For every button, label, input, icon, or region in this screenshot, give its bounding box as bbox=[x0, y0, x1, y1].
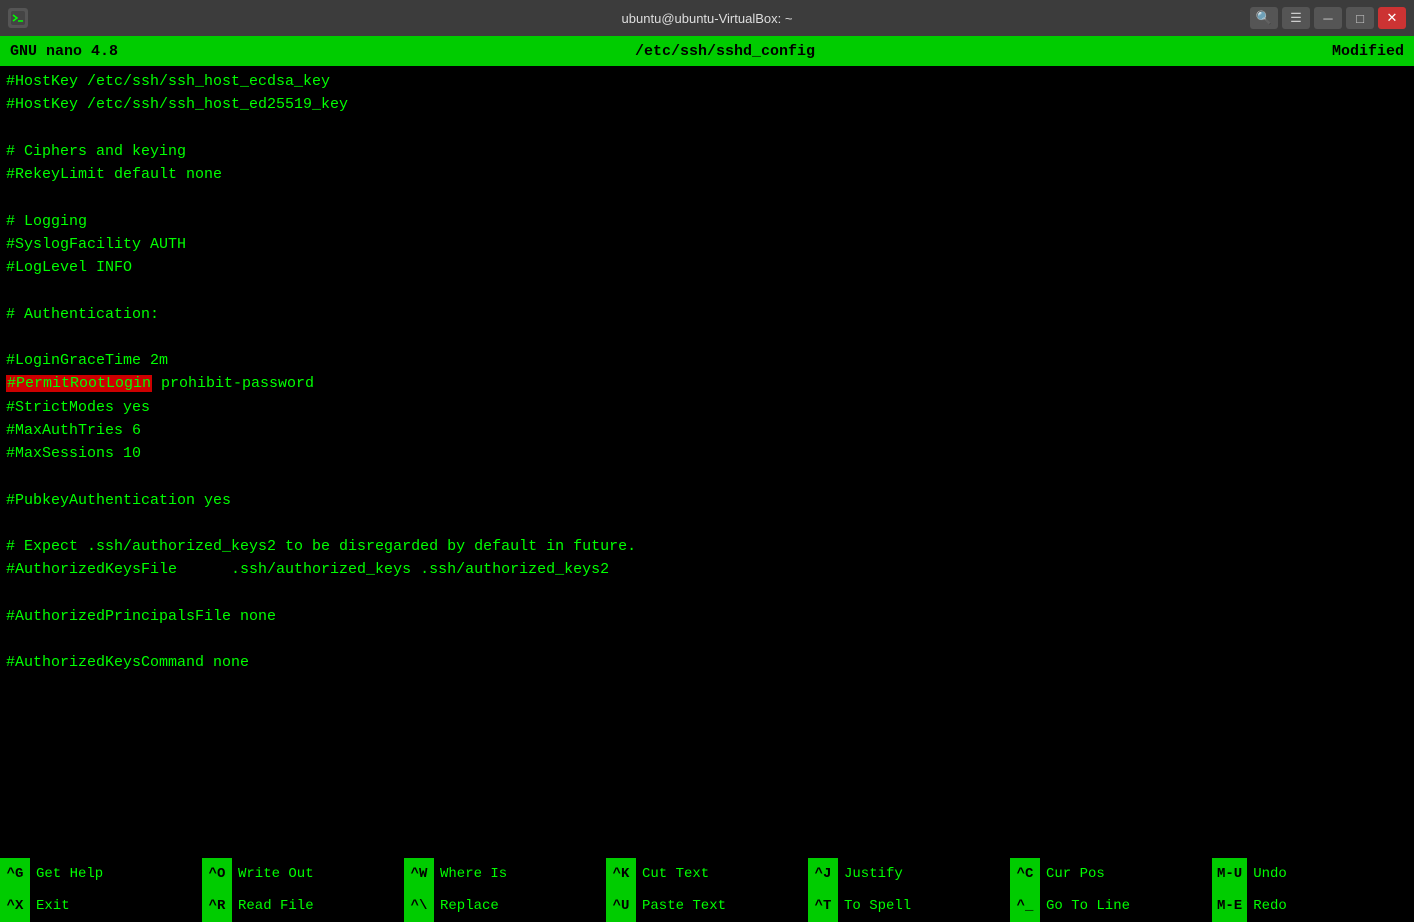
editor-area[interactable]: #HostKey /etc/ssh/ssh_host_ecdsa_key#Hos… bbox=[0, 66, 1414, 858]
window-title: ubuntu@ubuntu-VirtualBox: ~ bbox=[622, 11, 793, 26]
shortcut-label: Redo bbox=[1247, 898, 1293, 914]
shortcut-key: ^O bbox=[202, 858, 232, 890]
shortcut-label: Cut Text bbox=[636, 866, 715, 882]
shortcut-item[interactable]: ^XExit bbox=[0, 890, 202, 922]
editor-line: #SyslogFacility AUTH bbox=[6, 233, 1408, 256]
editor-line bbox=[6, 512, 1408, 535]
shortcut-label: Where Is bbox=[434, 866, 513, 882]
search-button[interactable]: 🔍 bbox=[1250, 7, 1278, 29]
shortcut-key: ^\ bbox=[404, 890, 434, 922]
shortcut-label: Undo bbox=[1247, 866, 1293, 882]
editor-line: #HostKey /etc/ssh/ssh_host_ecdsa_key bbox=[6, 70, 1408, 93]
editor-line: #HostKey /etc/ssh/ssh_host_ed25519_key bbox=[6, 93, 1408, 116]
shortcut-item[interactable]: ^KCut Text bbox=[606, 858, 808, 890]
nano-filename: /etc/ssh/sshd_config bbox=[635, 43, 815, 60]
shortcut-item[interactable]: M-ERedo bbox=[1212, 890, 1414, 922]
shortcut-label: Exit bbox=[30, 898, 76, 914]
terminal-icon bbox=[8, 8, 28, 28]
shortcut-key: M-E bbox=[1212, 890, 1247, 922]
shortcut-key: ^G bbox=[0, 858, 30, 890]
editor-line: #PubkeyAuthentication yes bbox=[6, 489, 1408, 512]
editor-line: #AuthorizedKeysCommand none bbox=[6, 651, 1408, 674]
shortcut-key: ^C bbox=[1010, 858, 1040, 890]
editor-line: # Logging bbox=[6, 210, 1408, 233]
editor-line bbox=[6, 582, 1408, 605]
highlighted-text: #PermitRootLogin bbox=[6, 375, 152, 392]
shortcut-label: To Spell bbox=[838, 898, 917, 914]
menu-button[interactable]: ☰ bbox=[1282, 7, 1310, 29]
close-button[interactable]: ✕ bbox=[1378, 7, 1406, 29]
shortcut-item[interactable]: ^OWrite Out bbox=[202, 858, 404, 890]
shortcut-label: Write Out bbox=[232, 866, 320, 882]
shortcut-item[interactable]: ^_Go To Line bbox=[1010, 890, 1212, 922]
shortcut-item[interactable]: ^UPaste Text bbox=[606, 890, 808, 922]
nano-version: GNU nano 4.8 bbox=[10, 43, 118, 60]
shortcut-label: Go To Line bbox=[1040, 898, 1136, 914]
window-controls: 🔍 ☰ ─ □ ✕ bbox=[1250, 7, 1406, 29]
editor-line bbox=[6, 628, 1408, 651]
editor-line: #AuthorizedKeysFile .ssh/authorized_keys… bbox=[6, 558, 1408, 581]
shortcut-key: ^U bbox=[606, 890, 636, 922]
editor-line: #MaxAuthTries 6 bbox=[6, 419, 1408, 442]
shortcut-label: Replace bbox=[434, 898, 505, 914]
nano-footer: ^GGet Help^OWrite Out^WWhere Is^KCut Tex… bbox=[0, 858, 1414, 922]
shortcut-item[interactable]: ^CCur Pos bbox=[1010, 858, 1212, 890]
shortcut-label: Paste Text bbox=[636, 898, 732, 914]
shortcut-item[interactable]: ^JJustify bbox=[808, 858, 1010, 890]
shortcut-key: ^R bbox=[202, 890, 232, 922]
shortcut-key: ^W bbox=[404, 858, 434, 890]
nano-header: GNU nano 4.8 /etc/ssh/sshd_config Modifi… bbox=[0, 36, 1414, 66]
editor-line: #MaxSessions 10 bbox=[6, 442, 1408, 465]
editor-line: #PermitRootLogin prohibit-password bbox=[6, 372, 1408, 395]
editor-line bbox=[6, 326, 1408, 349]
shortcut-item[interactable]: ^\Replace bbox=[404, 890, 606, 922]
shortcut-row-1: ^GGet Help^OWrite Out^WWhere Is^KCut Tex… bbox=[0, 858, 1414, 890]
shortcut-item[interactable]: ^GGet Help bbox=[0, 858, 202, 890]
shortcut-item[interactable]: ^TTo Spell bbox=[808, 890, 1010, 922]
editor-line bbox=[6, 186, 1408, 209]
editor-line: #AuthorizedPrincipalsFile none bbox=[6, 605, 1408, 628]
shortcut-label: Justify bbox=[838, 866, 909, 882]
shortcut-key: ^T bbox=[808, 890, 838, 922]
shortcut-label: Get Help bbox=[30, 866, 109, 882]
shortcut-item[interactable]: M-UUndo bbox=[1212, 858, 1414, 890]
shortcut-row-2: ^XExit^RRead File^\Replace^UPaste Text^T… bbox=[0, 890, 1414, 922]
editor-line bbox=[6, 465, 1408, 488]
editor-line: #StrictModes yes bbox=[6, 396, 1408, 419]
shortcut-key: ^_ bbox=[1010, 890, 1040, 922]
shortcut-key: M-U bbox=[1212, 858, 1247, 890]
shortcut-key: ^J bbox=[808, 858, 838, 890]
editor-line: # Ciphers and keying bbox=[6, 140, 1408, 163]
editor-line: #RekeyLimit default none bbox=[6, 163, 1408, 186]
editor-line bbox=[6, 279, 1408, 302]
editor-line: #LogLevel INFO bbox=[6, 256, 1408, 279]
nano-modified: Modified bbox=[1332, 43, 1404, 60]
minimize-button[interactable]: ─ bbox=[1314, 7, 1342, 29]
titlebar: ubuntu@ubuntu-VirtualBox: ~ 🔍 ☰ ─ □ ✕ bbox=[0, 0, 1414, 36]
editor-line: # Expect .ssh/authorized_keys2 to be dis… bbox=[6, 535, 1408, 558]
shortcut-item[interactable]: ^WWhere Is bbox=[404, 858, 606, 890]
shortcut-label: Read File bbox=[232, 898, 320, 914]
shortcut-item[interactable]: ^RRead File bbox=[202, 890, 404, 922]
titlebar-left bbox=[8, 8, 28, 28]
shortcut-key: ^X bbox=[0, 890, 30, 922]
editor-line: #LoginGraceTime 2m bbox=[6, 349, 1408, 372]
maximize-button[interactable]: □ bbox=[1346, 7, 1374, 29]
editor-line: # Authentication: bbox=[6, 303, 1408, 326]
editor-line bbox=[6, 117, 1408, 140]
shortcut-label: Cur Pos bbox=[1040, 866, 1111, 882]
shortcut-key: ^K bbox=[606, 858, 636, 890]
